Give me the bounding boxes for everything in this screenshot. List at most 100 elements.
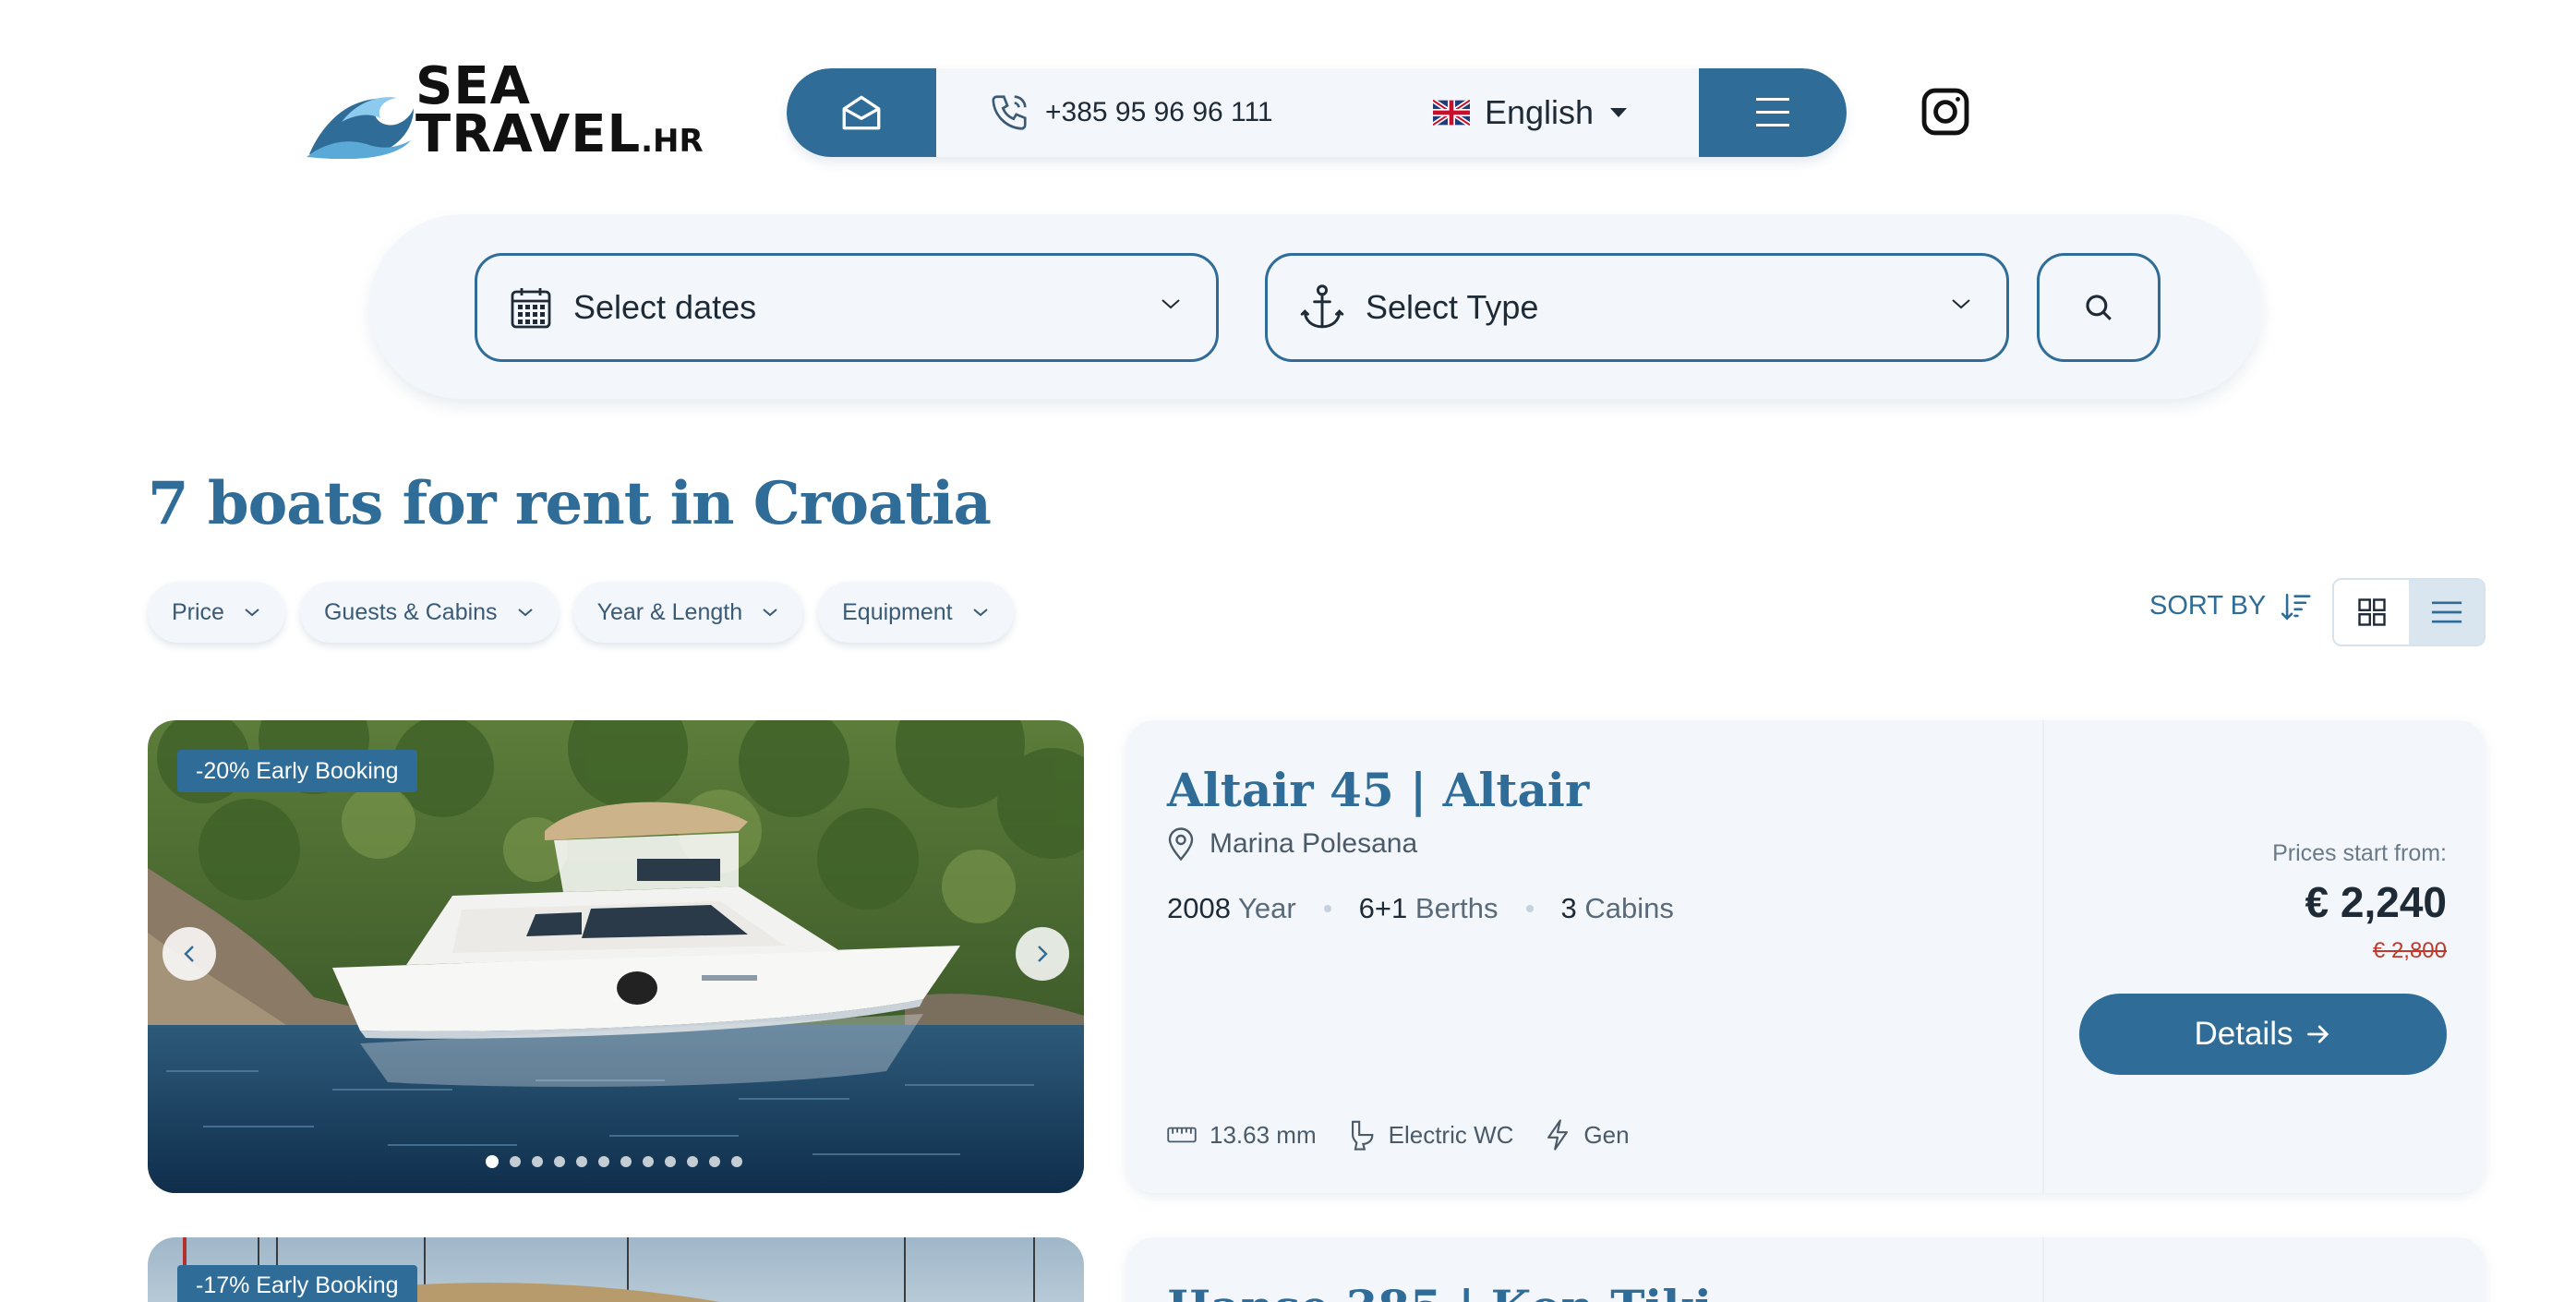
carousel-dot[interactable] [598,1156,609,1167]
equipment-item-wc: Electric WC [1348,1119,1513,1151]
view-toggle [2332,578,2486,646]
equipment-item-length: 13.63 mm [1167,1121,1317,1150]
carousel-next-button[interactable] [1016,927,1069,981]
calendar-icon [511,288,551,329]
header-contact-bar: +385 95 96 96 111 English [787,68,1847,157]
listing-photo-carousel[interactable]: -20% Early Booking [148,720,1084,1193]
sort-descending-icon [2281,593,2311,621]
spec-cabins: 3 Cabins [1560,892,1674,924]
chevron-down-icon [245,609,259,617]
language-label: English [1485,93,1595,131]
chevron-down-icon [1162,299,1180,309]
instagram-icon[interactable] [1919,85,1972,139]
chevron-down-icon [517,609,533,617]
carousel-dot[interactable] [665,1156,676,1167]
carousel-dot[interactable] [576,1156,587,1167]
logo-text-travel: TRAVEL.HR [415,104,704,164]
listing-photo-carousel[interactable]: -17% Early Booking [148,1237,1084,1302]
lightning-icon [1547,1119,1569,1151]
chevron-right-icon [1038,946,1048,962]
card-divider [2042,1237,2044,1302]
filter-label: Equipment [842,598,953,625]
select-dates-label: Select dates [573,288,757,326]
phone-link[interactable]: +385 95 96 96 111 [988,68,1273,157]
email-button[interactable] [787,68,936,157]
carousel-dot[interactable] [620,1156,632,1167]
carousel-dot[interactable] [687,1156,698,1167]
equipment-list: 13.63 mm Electric WC Gen [1167,1119,1630,1151]
spec-separator [1525,905,1534,912]
listing-card: Hanse 385 | Kon Tiki [1126,1237,2486,1302]
select-type-field[interactable]: Select Type [1265,253,2009,362]
page-title: 7 boats for rent in Croatia [148,469,992,538]
location-pin-icon [1168,827,1194,861]
carousel-dot[interactable] [554,1156,565,1167]
select-type-label: Select Type [1366,288,1539,326]
carousel-dot[interactable] [486,1155,499,1168]
arrow-right-icon [2307,1025,2329,1043]
grid-icon [2357,598,2386,626]
carousel-dot[interactable] [731,1156,742,1167]
phone-number: +385 95 96 96 111 [1045,97,1273,127]
filter-equipment[interactable]: Equipment [818,582,1014,643]
list-icon [2431,601,2462,623]
spec-year: 2008 Year [1167,892,1296,924]
early-booking-badge: -20% Early Booking [177,750,417,792]
boat-specs: 2008 Year 6+1 Berths 3 Cabins [1167,892,1674,925]
filter-label: Year & Length [596,598,743,625]
filter-guests-cabins[interactable]: Guests & Cabins [299,582,559,643]
sort-button[interactable]: SORT BY [2149,591,2312,621]
anchor-icon [1300,284,1344,329]
search-icon [2086,295,2112,320]
price: € 2,240 [2305,878,2447,926]
caret-down-icon [1610,108,1628,117]
boat-name[interactable]: Altair 45 | Altair [1167,763,1589,817]
envelope-icon [842,95,881,130]
price-label: Prices start from: [2272,840,2447,866]
old-price: € 2,800 [2372,938,2447,963]
carousel-dot[interactable] [532,1156,543,1167]
uk-flag-icon [1433,100,1470,126]
select-dates-field[interactable]: Select dates [475,253,1219,362]
search-button[interactable] [2037,253,2161,362]
chevron-down-icon [763,609,777,617]
location-label: Marina Polesana [1210,828,1418,859]
filter-label: Guests & Cabins [323,598,498,625]
equipment-item-generator: Gen [1545,1119,1630,1151]
menu-button[interactable] [1699,68,1847,157]
chevron-down-icon [972,609,988,617]
carousel-dot[interactable] [510,1156,521,1167]
wave-logo-icon [307,97,414,159]
sort-label: SORT BY [2149,591,2267,621]
carousel-prev-button[interactable] [163,927,216,981]
boat-location: Marina Polesana [1167,827,1417,861]
details-button[interactable]: Details [2079,994,2447,1075]
spec-separator [1323,905,1331,912]
card-divider [2042,720,2044,1193]
spec-berths-value: 6+1 [1358,892,1408,924]
toilet-icon [1351,1120,1374,1151]
chevron-down-icon [1952,299,1970,309]
carousel-dot[interactable] [709,1156,720,1167]
filter-bar: Price Guests & Cabins Year & Length Equi… [148,582,1014,643]
list-view-button[interactable] [2409,580,2484,645]
carousel-dot[interactable] [643,1156,654,1167]
search-panel: Select dates Select Type [369,214,2262,399]
site-logo[interactable]: SEA TRAVEL.HR [305,61,720,164]
listing-card: Altair 45 | Altair Marina Polesana 2008 … [1126,720,2486,1193]
spec-berths: 6+1 Berths [1358,892,1499,924]
spec-cabins-value: 3 [1560,892,1577,924]
filter-price[interactable]: Price [148,582,285,643]
spec-year-value: 2008 [1167,892,1231,924]
carousel-dots [486,1155,742,1168]
ruler-icon [1167,1127,1197,1143]
boat-name[interactable]: Hanse 385 | Kon Tiki [1167,1280,1712,1302]
language-selector[interactable]: English [1433,68,1629,157]
phone-icon [992,95,1027,130]
grid-view-button[interactable] [2334,580,2409,645]
hamburger-icon [1756,98,1789,127]
details-label: Details [2194,1016,2293,1052]
filter-year-length[interactable]: Year & Length [572,582,804,643]
early-booking-badge: -17% Early Booking [177,1265,417,1302]
filter-label: Price [172,598,224,625]
